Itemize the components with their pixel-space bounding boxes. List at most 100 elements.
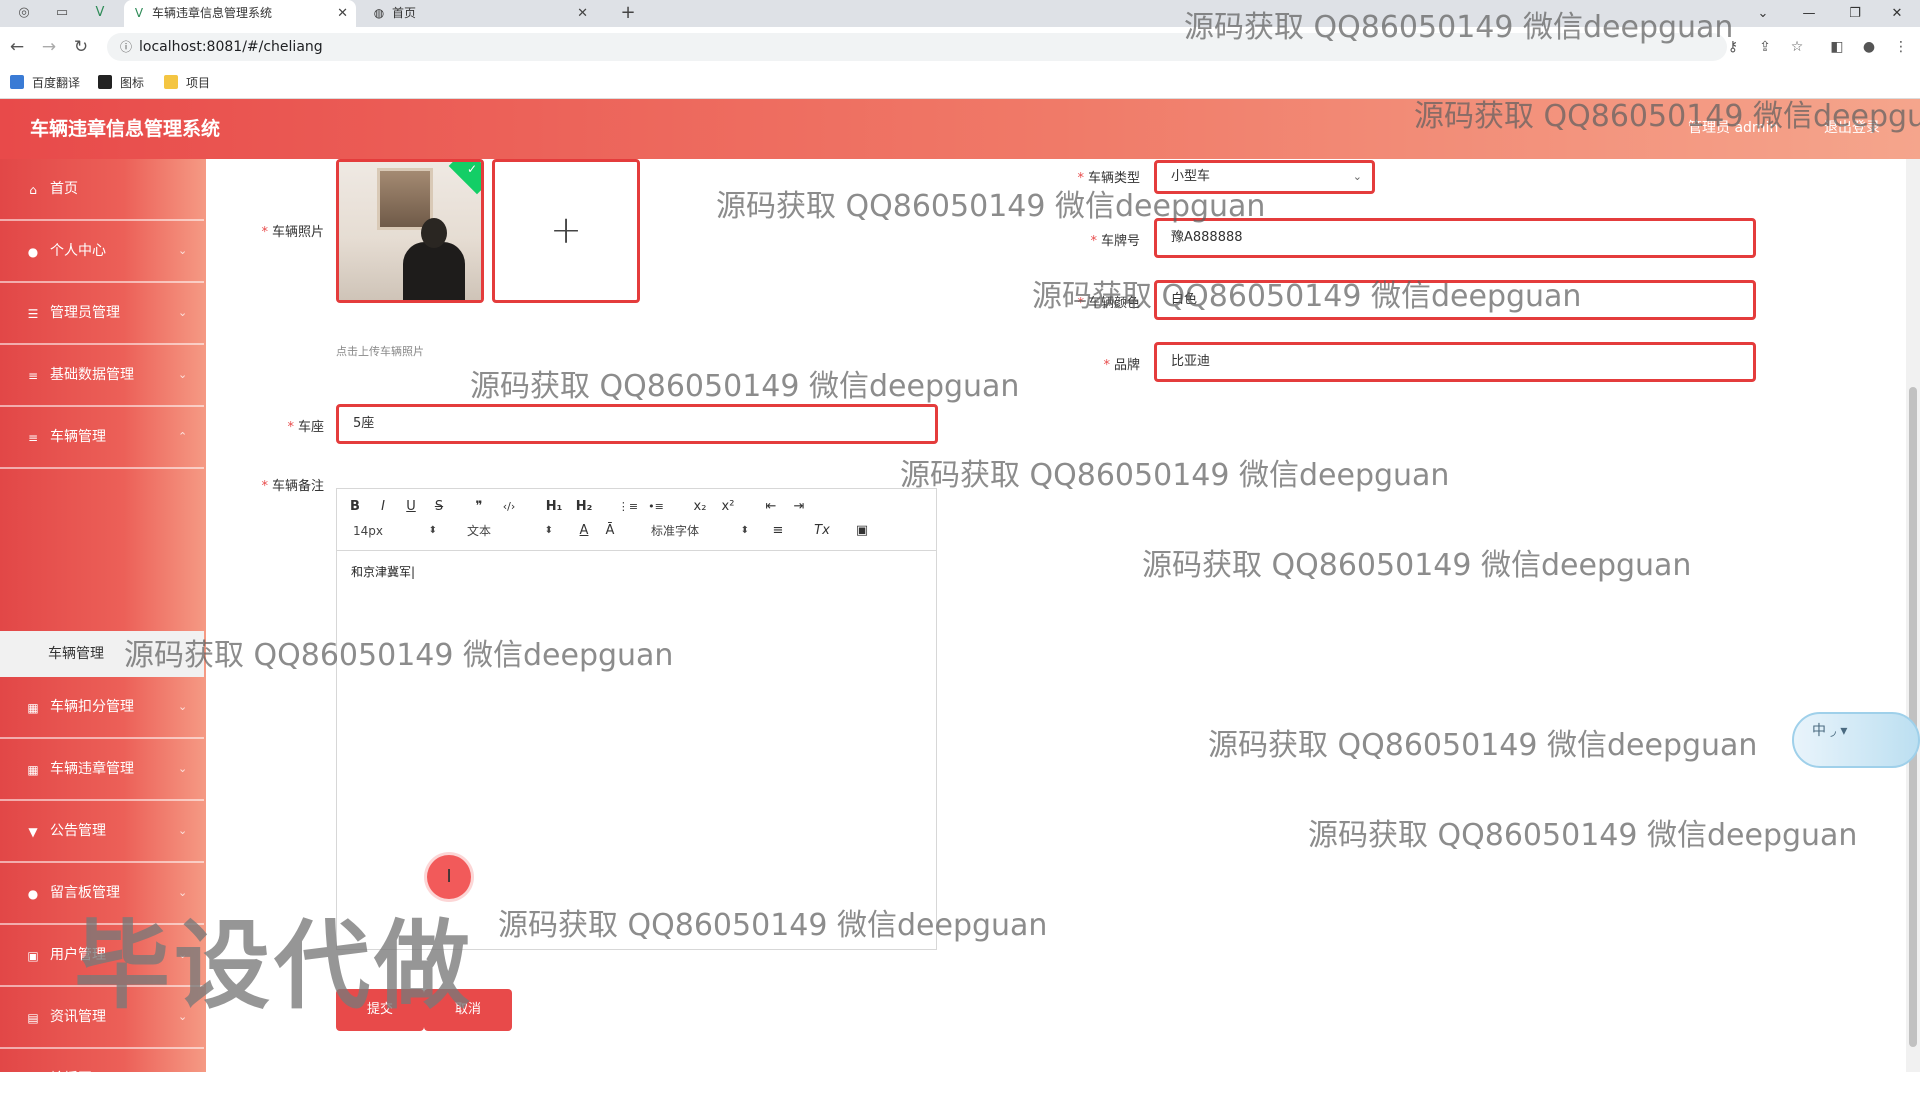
side-panel-icon[interactable]: ◧	[1826, 36, 1848, 58]
vue-logo-icon: V	[134, 6, 144, 20]
sidebar-item-label: 个人中心	[50, 243, 106, 259]
background-color-button[interactable]: Ā	[601, 521, 619, 541]
indent-button[interactable]: ⇥	[789, 497, 809, 517]
scroll-thumb[interactable]	[1909, 387, 1917, 1047]
h1-button[interactable]: H₁	[543, 497, 565, 517]
tab-home[interactable]: ◍ 首页 ✕	[364, 0, 596, 27]
sidebar-item-label: 车辆管理	[50, 429, 106, 445]
tab-label: 首页	[392, 6, 417, 20]
new-tab-button[interactable]: +	[616, 0, 640, 27]
sidebar-item-vehicles[interactable]: ≡ 车辆管理 ⌃	[0, 407, 204, 469]
image-icon	[98, 75, 112, 89]
bookmark-projects[interactable]: 项目	[164, 67, 210, 99]
italic-button[interactable]: I	[375, 497, 391, 517]
h2-button[interactable]: H₂	[573, 497, 595, 517]
sidebar-item-home[interactable]: ⌂ 首页	[0, 159, 204, 221]
sidebar-item-violations[interactable]: ▦ 车辆违章管理 ⌄	[0, 739, 204, 801]
watermark: 源码获取 QQ86050149 微信deepguan	[470, 369, 1020, 404]
profile-icon[interactable]: ●	[1858, 36, 1880, 58]
upload-button[interactable]: +	[492, 159, 640, 303]
note-label: * 车辆备注	[261, 479, 324, 494]
outdent-button[interactable]: ⇤	[761, 497, 781, 517]
user-icon: ●	[27, 245, 39, 259]
folder-icon	[164, 75, 178, 89]
editor-toolbar: B I U S ❞ ‹/› H₁ H₂ ⋮≡ •≡ x₂ x² ⇤ ⇥ 14px…	[337, 489, 936, 551]
header-select[interactable]: 文本 ⬍	[467, 521, 553, 541]
restore-button[interactable]: ❐	[1832, 0, 1878, 27]
user-card-icon: ▣	[27, 949, 39, 963]
font-size-select[interactable]: 14px ⬍	[353, 521, 437, 541]
translate-icon	[10, 75, 24, 89]
brand-input[interactable]: 比亚迪	[1154, 342, 1756, 382]
sidebar-subitem-label: 车辆管理	[48, 646, 104, 662]
tab-close-icon[interactable]: ✕	[577, 0, 588, 27]
grid-icon: ▦	[27, 763, 39, 777]
back-icon[interactable]: ←	[6, 36, 28, 58]
bookmark-icons[interactable]: 图标	[98, 67, 144, 99]
sidebar-item-admins[interactable]: ☰ 管理员管理 ⌄	[0, 283, 204, 345]
align-button[interactable]: ≡	[769, 521, 787, 541]
sidebar-item-deductions[interactable]: ▦ 车辆扣分管理 ⌄	[0, 677, 204, 739]
superscript-button[interactable]: x²	[717, 497, 739, 517]
chevron-up-icon: ⌃	[178, 430, 188, 443]
watermark: 源码获取 QQ86050149 微信deepguan	[124, 638, 674, 673]
sidebar-item-carousel[interactable]: ▦ 轮播图	[0, 1049, 204, 1111]
browser-menu-icon[interactable]: ◎	[16, 5, 32, 21]
more-icon[interactable]: ⋮	[1890, 36, 1912, 58]
vue-tab-icon[interactable]: V	[92, 5, 108, 21]
star-icon[interactable]: ☆	[1786, 36, 1808, 58]
chevron-down-icon: ⌄	[178, 306, 188, 319]
floating-assistant-widget[interactable]: 中 ◞ ▾	[1792, 712, 1920, 768]
watermark: 源码获取 QQ86050149 微信deepguan	[716, 189, 1266, 224]
grid-icon: ▦	[27, 1073, 39, 1087]
bullet-list-button[interactable]: •≡	[645, 497, 667, 517]
user-icon: ●	[27, 887, 39, 901]
sidebar-item-basic-data[interactable]: ≡ 基础数据管理 ⌄	[0, 345, 204, 407]
updown-icon: ⬍	[740, 525, 749, 536]
uploaded-photo[interactable]: ✓	[336, 159, 484, 303]
share-icon[interactable]: ⇪	[1754, 36, 1776, 58]
image-button[interactable]: ▣	[853, 521, 871, 541]
bookmark-baidu-translate[interactable]: 百度翻译	[10, 67, 80, 99]
code-button[interactable]: ‹/›	[497, 497, 521, 517]
sidebar-item-notices[interactable]: ▼ 公告管理 ⌄	[0, 801, 204, 863]
settings-icon: ☰	[27, 307, 39, 321]
editor-content[interactable]: 和京津冀军|	[351, 563, 415, 580]
info-icon[interactable]: ⓘ	[117, 38, 135, 56]
tab-vehicle-system[interactable]: V 车辆违章信息管理系统 ✕	[124, 0, 356, 27]
close-window-button[interactable]: ✕	[1874, 0, 1920, 27]
strike-button[interactable]: S	[431, 497, 447, 517]
sidebar-item-profile[interactable]: ● 个人中心 ⌄	[0, 221, 204, 283]
sidebar-item-label: 轮播图	[50, 1071, 92, 1087]
font-family-select[interactable]: 标准字体 ⬍	[651, 521, 749, 541]
watermark: 源码获取 QQ86050149 微信deepguan	[1308, 818, 1858, 853]
globe-icon: ◍	[373, 6, 385, 20]
blockquote-button[interactable]: ❞	[469, 497, 489, 517]
watermark: 源码获取 QQ86050149 微信deepgua	[1414, 99, 1920, 134]
bold-button[interactable]: B	[347, 497, 363, 517]
plate-label: * 车牌号	[1090, 234, 1140, 249]
page-scrollbar[interactable]	[1906, 159, 1920, 1072]
home-icon: ⌂	[29, 183, 37, 197]
tab-close-icon[interactable]: ✕	[337, 0, 348, 27]
ordered-list-button[interactable]: ⋮≡	[617, 497, 639, 517]
vehicle-photo-image	[339, 162, 481, 300]
minimize-button[interactable]: —	[1786, 0, 1832, 27]
underline-button[interactable]: U	[403, 497, 419, 517]
subscript-button[interactable]: x₂	[689, 497, 711, 517]
updown-icon: ⬍	[544, 525, 553, 536]
upload-hint: 点击上传车辆照片	[336, 345, 424, 358]
grid-icon: ▦	[27, 701, 39, 715]
app-title: 车辆违章信息管理系统	[30, 118, 221, 140]
chevron-down-icon: ⌄	[1352, 170, 1362, 183]
tab-search-icon[interactable]: ⌄	[1740, 0, 1786, 27]
pinned-tab-icon[interactable]: ▭	[54, 5, 70, 21]
seat-input[interactable]: 5座	[336, 404, 938, 444]
reload-icon[interactable]: ↻	[70, 36, 92, 58]
news-icon: ▤	[27, 1011, 39, 1025]
forward-icon[interactable]: →	[38, 36, 60, 58]
watermark: 源码获取 QQ86050149 微信deepguan	[498, 908, 1048, 943]
watermark: 源码获取 QQ86050149 微信deepguan	[900, 458, 1450, 493]
text-color-button[interactable]: A	[575, 521, 593, 541]
clear-format-button[interactable]: Tx	[811, 521, 833, 541]
